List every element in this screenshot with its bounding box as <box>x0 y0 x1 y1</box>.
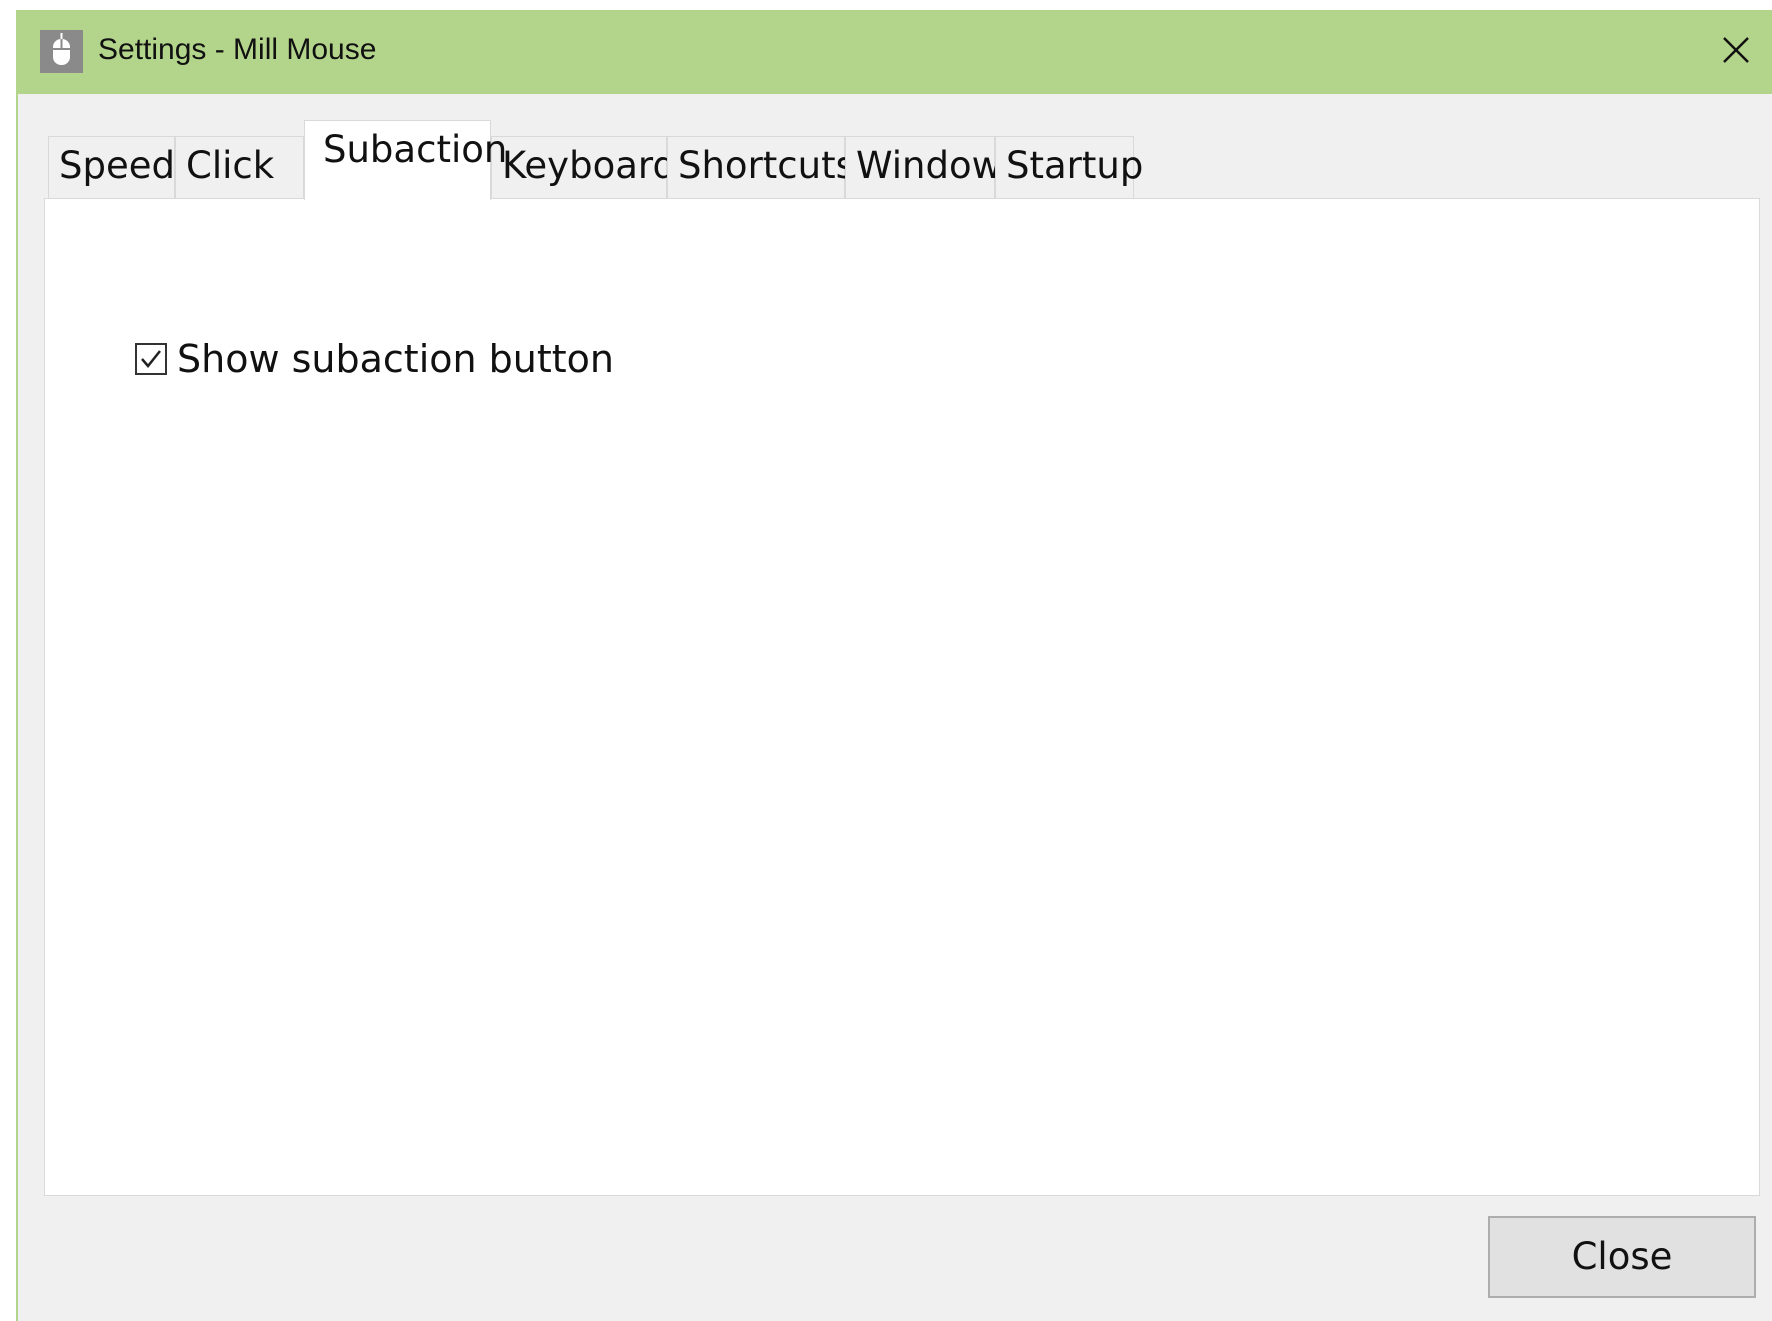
tab-shortcuts[interactable]: Shortcuts <box>667 136 855 198</box>
title-bar[interactable]: Settings - Mill Mouse <box>16 10 1772 94</box>
show-subaction-button-label: Show subaction button <box>177 337 614 381</box>
tab-window[interactable]: Window <box>845 136 1002 198</box>
close-icon[interactable] <box>1716 30 1756 70</box>
settings-window: Settings - Mill Mouse Speed Click Subact… <box>16 10 1772 1321</box>
tab-speed[interactable]: Speed <box>48 136 175 198</box>
tab-click[interactable]: Click <box>175 136 304 198</box>
show-subaction-button-checkbox[interactable] <box>135 343 167 375</box>
tab-keyboard[interactable]: Keyboard <box>491 136 676 198</box>
close-button[interactable]: Close <box>1488 1216 1756 1298</box>
window-title: Settings - Mill Mouse <box>98 33 377 66</box>
tab-subaction[interactable]: Subaction <box>304 120 507 200</box>
tab-startup[interactable]: Startup <box>995 136 1143 198</box>
mouse-icon <box>40 30 83 73</box>
subaction-tab-panel: Show subaction button <box>44 198 1760 1196</box>
show-subaction-button-option[interactable]: Show subaction button <box>135 337 614 381</box>
